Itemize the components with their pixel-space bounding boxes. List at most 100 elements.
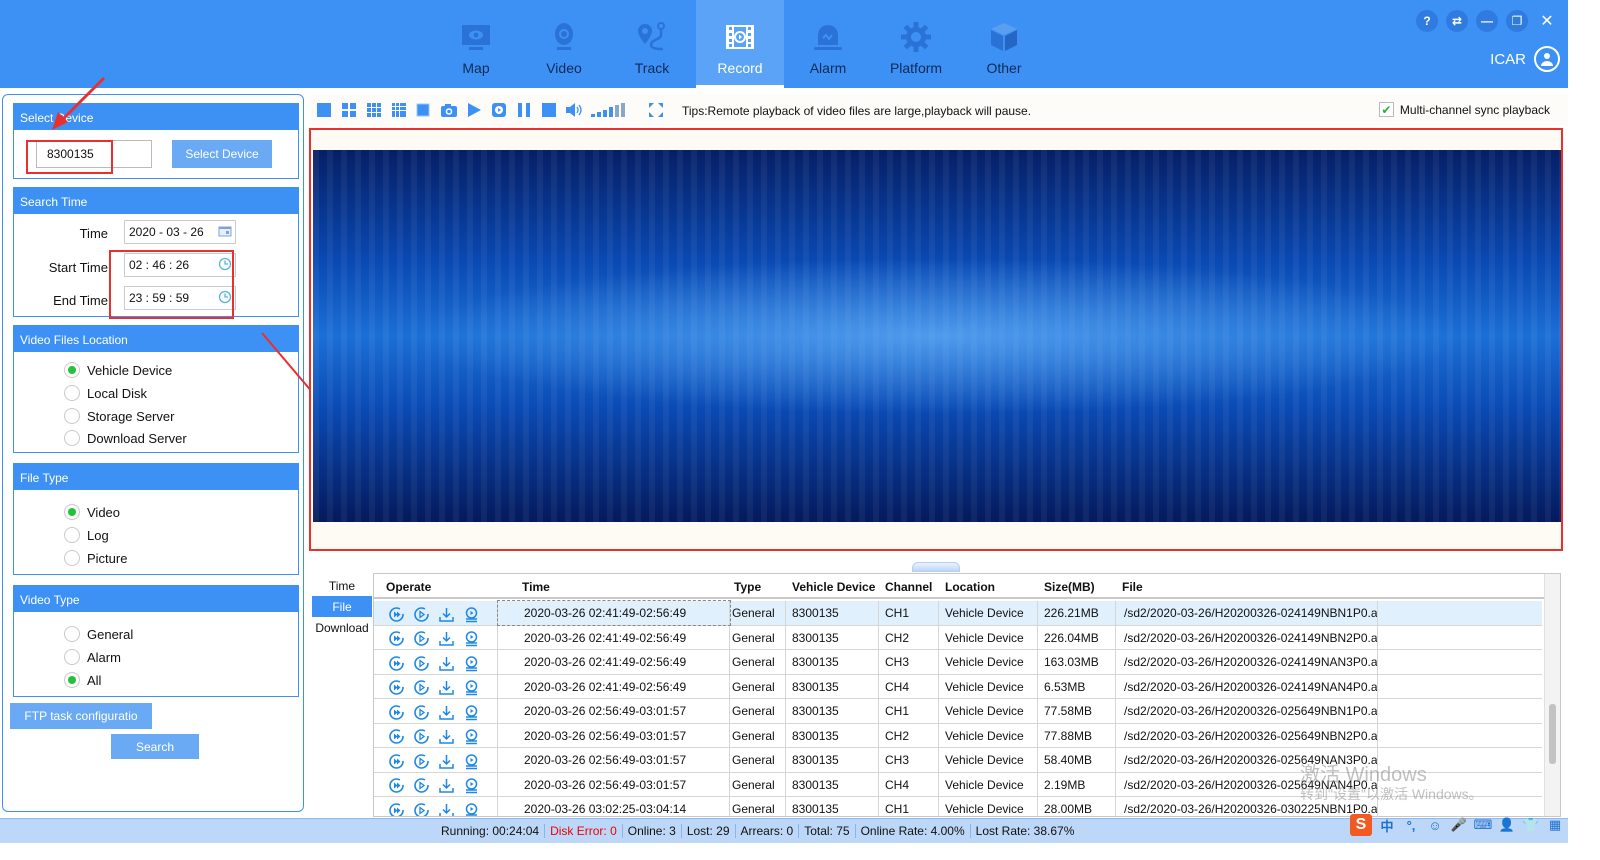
punctuation-icon[interactable]: °,: [1402, 816, 1420, 834]
toolbox-icon[interactable]: ▦: [1546, 816, 1564, 834]
fast-play-icon[interactable]: [388, 655, 405, 672]
table-row[interactable]: 2020-03-26 02:56:49-03:01:57 General 83001…: [374, 699, 1542, 724]
device-input[interactable]: 8300135: [36, 140, 152, 168]
radio-button[interactable]: [64, 626, 80, 642]
download-icon[interactable]: [438, 777, 455, 794]
fast-play-icon[interactable]: [388, 630, 405, 647]
playback-icon[interactable]: [413, 802, 430, 817]
column-header[interactable]: Type: [730, 574, 786, 597]
download-icon[interactable]: [438, 728, 455, 745]
column-header[interactable]: Operate: [374, 574, 498, 597]
expand-icon[interactable]: [648, 102, 664, 118]
multi-channel-sync-checkbox[interactable]: ✔ Multi-channel sync playback: [1378, 102, 1550, 117]
microphone-icon[interactable]: 🎤: [1450, 816, 1468, 834]
table-row[interactable]: 2020-03-26 02:41:49-02:56:49 General 83001…: [374, 625, 1542, 650]
nav-record[interactable]: Record: [696, 0, 784, 88]
sogou-ime-icon[interactable]: S: [1350, 814, 1372, 836]
radio-button[interactable]: [64, 362, 80, 378]
layout-9-icon[interactable]: [366, 102, 382, 118]
fast-play-icon[interactable]: [388, 679, 405, 696]
download-icon[interactable]: [438, 753, 455, 770]
column-header[interactable]: Vehicle Device: [786, 574, 879, 597]
fullscreen-frame-icon[interactable]: [416, 102, 432, 118]
minimize-icon[interactable]: —: [1476, 10, 1498, 32]
playback-icon[interactable]: [413, 704, 430, 721]
replay-icon[interactable]: [491, 102, 507, 118]
ftp-task-configuration-button[interactable]: FTP task configuratio: [10, 703, 152, 729]
select-device-button[interactable]: Select Device: [172, 140, 272, 168]
clock-icon[interactable]: [218, 257, 232, 271]
playback-icon[interactable]: [413, 630, 430, 647]
tab-file[interactable]: File: [312, 596, 372, 617]
table-row[interactable]: 2020-03-26 02:56:49-03:01:57 General 83001…: [374, 748, 1542, 773]
upload-to-server-icon[interactable]: [463, 655, 480, 672]
radio-button[interactable]: [64, 649, 80, 665]
stop-icon[interactable]: [541, 102, 557, 118]
radio-button[interactable]: [64, 385, 80, 401]
switch-icon[interactable]: ⇄: [1446, 10, 1468, 32]
vertical-scrollbar[interactable]: [1544, 574, 1560, 816]
file-type-option-log[interactable]: Log: [64, 527, 109, 543]
radio-button[interactable]: [64, 672, 80, 688]
table-row[interactable]: 2020-03-26 02:56:49-03:01:57 General 83001…: [374, 723, 1542, 748]
download-icon[interactable]: [438, 630, 455, 647]
download-icon[interactable]: [438, 655, 455, 672]
fast-play-icon[interactable]: [388, 802, 405, 817]
checkmark-icon[interactable]: ✔: [1378, 102, 1394, 117]
fast-play-icon[interactable]: [388, 753, 405, 770]
restore-icon[interactable]: ❐: [1506, 10, 1528, 32]
radio-button[interactable]: [64, 430, 80, 446]
video-type-option-all[interactable]: All: [64, 672, 101, 688]
user-icon[interactable]: 👤: [1498, 816, 1516, 834]
radio-button[interactable]: [64, 504, 80, 520]
date-input[interactable]: 2020 - 03 - 26: [124, 220, 236, 244]
search-button[interactable]: Search: [111, 734, 199, 759]
location-option-storage-server[interactable]: Storage Server: [64, 408, 174, 424]
upload-to-server-icon[interactable]: [463, 679, 480, 696]
calendar-icon[interactable]: [218, 224, 232, 238]
layout-1-icon[interactable]: [316, 102, 332, 118]
help-icon[interactable]: ?: [1416, 10, 1438, 32]
upload-to-server-icon[interactable]: [463, 728, 480, 745]
playback-icon[interactable]: [413, 728, 430, 745]
location-option-download-server[interactable]: Download Server: [64, 430, 187, 446]
radio-button[interactable]: [64, 408, 80, 424]
playback-icon[interactable]: [413, 753, 430, 770]
video-canvas[interactable]: [313, 150, 1561, 522]
scrollbar-thumb[interactable]: [1549, 704, 1556, 764]
camera-snapshot-icon[interactable]: [441, 102, 457, 118]
file-type-option-video[interactable]: Video: [64, 504, 120, 520]
start-time-input[interactable]: 02 : 46 : 26: [124, 253, 236, 277]
fast-play-icon[interactable]: [388, 728, 405, 745]
download-icon[interactable]: [438, 704, 455, 721]
nav-other[interactable]: Other: [960, 0, 1048, 88]
volume-icon[interactable]: [566, 102, 582, 118]
location-option-vehicle-device[interactable]: Vehicle Device: [64, 362, 172, 378]
location-option-local-disk[interactable]: Local Disk: [64, 385, 147, 401]
radio-button[interactable]: [64, 550, 80, 566]
nav-track[interactable]: Track: [608, 0, 696, 88]
fast-play-icon[interactable]: [388, 777, 405, 794]
playback-icon[interactable]: [413, 606, 430, 623]
clock-icon[interactable]: [218, 290, 232, 304]
video-type-option-alarm[interactable]: Alarm: [64, 649, 121, 665]
upload-to-server-icon[interactable]: [463, 704, 480, 721]
upload-to-server-icon[interactable]: [463, 630, 480, 647]
playback-icon[interactable]: [413, 655, 430, 672]
column-header[interactable]: Size(MB): [1038, 574, 1116, 597]
playback-icon[interactable]: [413, 777, 430, 794]
nav-video[interactable]: Video: [520, 0, 608, 88]
end-time-input[interactable]: 23 : 59 : 59: [124, 286, 236, 310]
fast-play-icon[interactable]: [388, 606, 405, 623]
radio-button[interactable]: [64, 527, 80, 543]
emoji-icon[interactable]: ☺: [1426, 816, 1444, 834]
table-row[interactable]: 2020-03-26 02:41:49-02:56:49 General 83001…: [374, 650, 1542, 675]
pause-icon[interactable]: [516, 102, 532, 118]
upload-to-server-icon[interactable]: [463, 777, 480, 794]
download-icon[interactable]: [438, 679, 455, 696]
volume-level-icon[interactable]: [591, 102, 625, 118]
layout-4-icon[interactable]: [341, 102, 357, 118]
play-icon[interactable]: [466, 102, 482, 118]
nav-platform[interactable]: Platform: [872, 0, 960, 88]
column-header[interactable]: Location: [939, 574, 1038, 597]
